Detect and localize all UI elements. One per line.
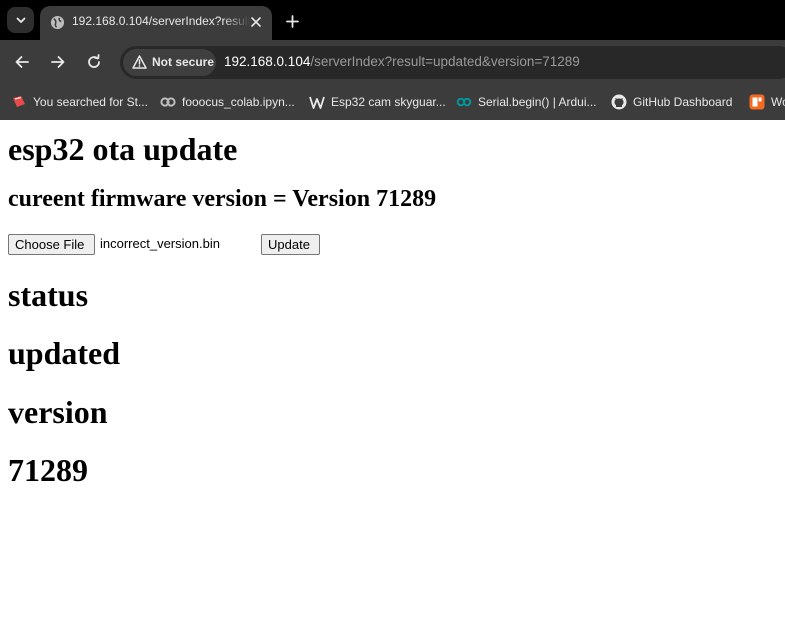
bookmarks-bar: You searched for St... fooocus_colab.ipy… — [0, 84, 785, 120]
back-button[interactable] — [11, 51, 33, 73]
arrow-left-icon — [15, 56, 29, 68]
new-tab-button[interactable] — [281, 10, 303, 32]
bookmark-label: Serial.begin() | Ardui... — [478, 95, 597, 109]
wordpress-icon — [309, 96, 325, 109]
arrow-right-icon — [51, 56, 65, 68]
close-icon — [251, 17, 261, 27]
chevron-down-icon — [16, 17, 25, 23]
choose-file-button[interactable]: Choose File — [8, 234, 95, 255]
url-host: 192.168.0.104 — [224, 54, 311, 69]
warning-triangle-icon — [132, 55, 147, 69]
bookmark-label: Wo — [771, 95, 785, 109]
update-button[interactable]: Update — [261, 234, 320, 255]
url-text[interactable]: 192.168.0.104/serverIndex?result=updated… — [224, 54, 580, 69]
bookmark-item[interactable]: Serial.begin() | Ardui... — [456, 93, 597, 111]
web-page-content: esp32 ota update cureent firmware versio… — [0, 120, 785, 639]
version-heading: version — [8, 394, 108, 430]
globe-icon — [50, 15, 65, 30]
bookmark-item[interactable]: Wo — [749, 93, 785, 111]
status-value: updated — [8, 335, 121, 371]
site-security-chip[interactable]: Not secure — [123, 49, 216, 76]
url-path: /serverIndex?result=updated&version=7128… — [310, 54, 580, 69]
version-value: 71289 — [8, 452, 88, 488]
forward-button[interactable] — [47, 51, 69, 73]
bookmark-label: Esp32 cam skyguar... — [331, 95, 446, 109]
github-icon — [611, 94, 627, 110]
close-tab-button[interactable] — [247, 13, 265, 31]
bookmark-label: fooocus_colab.ipyn... — [182, 95, 295, 109]
arduino-icon — [456, 97, 472, 107]
bookmark-favicon-red-icon — [13, 96, 25, 107]
tab-search-button[interactable] — [7, 7, 34, 33]
status-heading: status — [8, 277, 89, 313]
reload-button[interactable] — [83, 51, 105, 73]
tab-strip: 192.168.0.104/serverIndex?result=updated… — [0, 0, 785, 40]
page-title: esp32 ota update — [8, 131, 238, 167]
address-bar[interactable]: Not secure 192.168.0.104/serverIndex?res… — [120, 46, 785, 79]
bookmark-label: You searched for St... — [33, 95, 148, 109]
reload-icon — [88, 54, 100, 68]
colab-icon — [160, 97, 176, 107]
bookmark-item[interactable]: Esp32 cam skyguar... — [309, 93, 446, 111]
bookmark-label: GitHub Dashboard — [633, 95, 733, 109]
bookmark-item[interactable]: fooocus_colab.ipyn... — [160, 93, 295, 111]
bookmark-item[interactable]: You searched for St... — [11, 93, 148, 111]
active-tab[interactable]: 192.168.0.104/serverIndex?result=updated… — [40, 6, 272, 40]
tab-title: 192.168.0.104/serverIndex?result=updated… — [72, 14, 250, 28]
bookmark-item[interactable]: GitHub Dashboard — [611, 93, 732, 111]
browser-toolbar: Not secure 192.168.0.104/serverIndex?res… — [0, 40, 785, 84]
plus-icon — [285, 14, 299, 28]
selected-file-name: incorrect_version.bin — [100, 236, 220, 251]
orange-app-icon — [749, 94, 765, 110]
firmware-version-heading: cureent firmware version = Version 71289 — [8, 186, 437, 212]
not-secure-label: Not secure — [152, 55, 215, 69]
